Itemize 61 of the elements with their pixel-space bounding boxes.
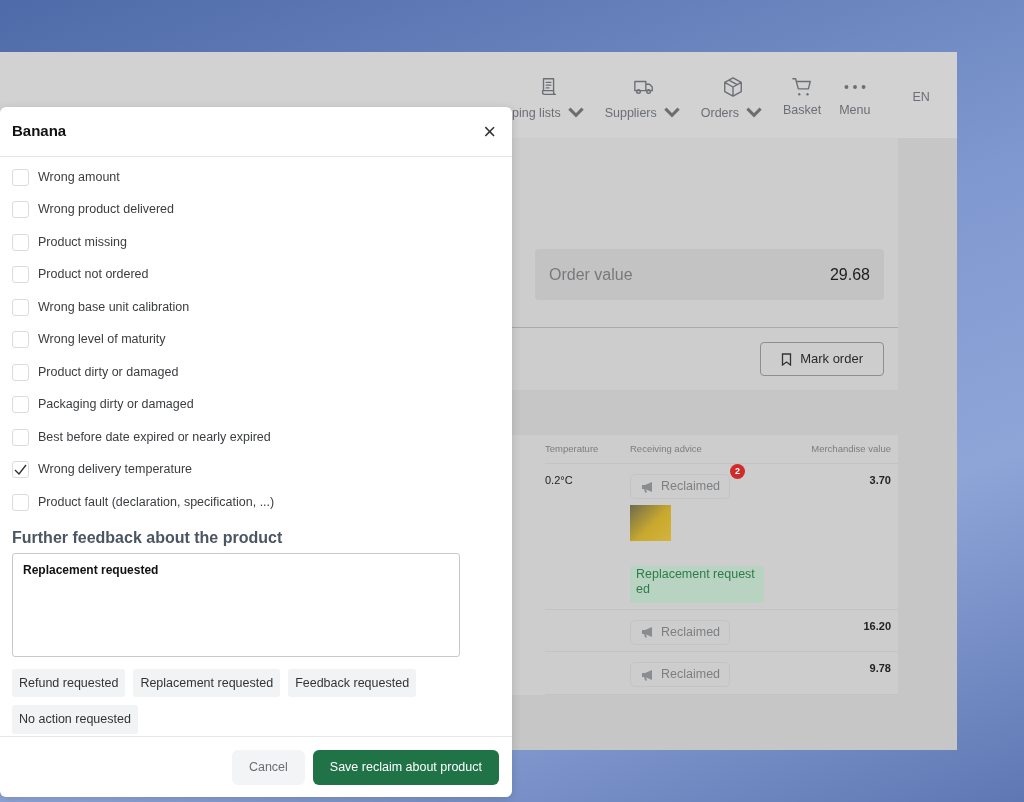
nav-item[interactable]: Basket	[782, 76, 822, 120]
option-label: Product fault (declaration, specification, ...)	[38, 493, 275, 511]
option-label: Wrong level of maturity	[38, 331, 166, 349]
section-heading: Further feedback about the product	[12, 527, 284, 548]
option-label: Product not ordered	[38, 266, 149, 284]
megaphone-icon	[641, 668, 655, 681]
checkbox[interactable]	[12, 201, 29, 219]
reclaimed-status[interactable]: Reclaimed	[630, 619, 731, 645]
option-label: Wrong base unit calibration	[38, 298, 190, 316]
close-button[interactable]: ×	[479, 120, 500, 143]
dialog-title: Banana	[12, 121, 67, 142]
nav-item[interactable]: Menu	[839, 76, 871, 120]
checkbox[interactable]	[12, 266, 29, 284]
megaphone-icon	[641, 480, 655, 493]
nav-item[interactable]: Suppliers	[604, 76, 683, 126]
bookmark-icon	[781, 352, 793, 366]
checkbox[interactable]	[12, 461, 29, 479]
checkbox[interactable]	[12, 493, 29, 511]
mark-order-button[interactable]: Mark order	[760, 342, 884, 376]
option-label: Packaging dirty or damaged	[38, 396, 194, 414]
column-header: Temperature	[545, 442, 600, 456]
option-label: Product dirty or damaged	[38, 363, 179, 381]
order-value-label: Order value	[549, 264, 633, 285]
order-value-amount: 29.68	[829, 264, 870, 285]
checkbox[interactable]	[12, 168, 29, 186]
cancel-button[interactable]: Cancel	[231, 749, 305, 785]
megaphone-icon	[641, 626, 655, 639]
checkbox[interactable]	[12, 428, 29, 446]
option-label: Wrong amount	[38, 168, 120, 186]
feedback-field[interactable]: Replacement requested	[12, 552, 460, 657]
merchandise-value: 3.70	[869, 474, 891, 487]
checkbox[interactable]	[12, 396, 29, 414]
checkbox[interactable]	[12, 298, 29, 316]
reclaimed-status[interactable]: Reclaimed	[630, 474, 731, 499]
count-badge: 2	[730, 464, 746, 480]
merchandise-value: 9.78	[869, 662, 891, 675]
column-header: Merchandise value	[811, 442, 891, 456]
option-label: Best before date expired or nearly expired	[38, 428, 271, 446]
more-icon	[843, 85, 866, 89]
reclaimed-status[interactable]: Reclaimed	[630, 662, 731, 687]
checkbox[interactable]	[12, 331, 29, 349]
option-label: Wrong delivery temperature	[38, 461, 192, 479]
quick-reply-chip[interactable]: No action requested	[12, 705, 138, 734]
checkbox[interactable]	[12, 233, 29, 251]
quick-reply-chip[interactable]: Feedback requested	[288, 668, 417, 698]
status-note: Replacement requested	[630, 565, 764, 603]
nav-item[interactable]: ping lists	[512, 76, 587, 126]
nav-item[interactable]: Orders	[700, 76, 765, 126]
column-header: Receiving advice	[630, 442, 703, 456]
cart-icon	[791, 76, 814, 98]
quick-reply-chip[interactable]: Refund requested	[12, 668, 126, 698]
save-button[interactable]: Save reclaim about product	[312, 749, 499, 785]
language-selector[interactable]: EN	[912, 88, 930, 107]
photo-placeholder[interactable]	[630, 504, 671, 541]
quick-reply-chip[interactable]: Replacement requested	[133, 668, 281, 698]
checkbox[interactable]	[12, 363, 29, 381]
option-label: Product missing	[38, 233, 127, 251]
temperature-cell: 0.2°C	[545, 474, 573, 487]
option-label: Wrong product delivered	[38, 201, 174, 219]
merchandise-value: 16.20	[863, 619, 891, 632]
box-icon	[721, 76, 744, 98]
